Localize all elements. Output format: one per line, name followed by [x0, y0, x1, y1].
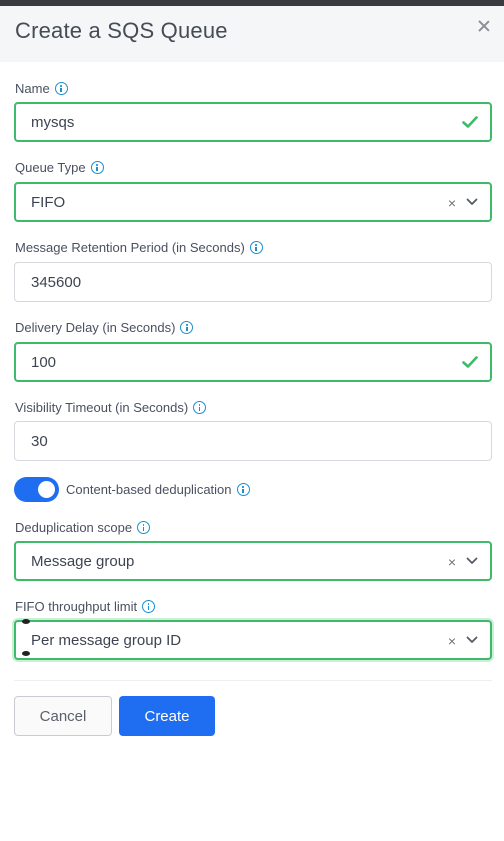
visibility-timeout-label: Visibility Timeout (in Seconds) — [15, 400, 207, 415]
name-value: mysqs — [31, 113, 75, 131]
info-icon[interactable] — [193, 401, 207, 414]
delivery-delay-label: Delivery Delay (in Seconds) — [15, 320, 194, 335]
cancel-button[interactable]: Cancel — [14, 696, 112, 736]
cursor-marker — [22, 651, 30, 656]
delivery-delay-label-text: Delivery Delay (in Seconds) — [15, 320, 176, 335]
queue-type-label-text: Queue Type — [15, 160, 86, 175]
retention-input[interactable]: 345600 — [14, 262, 492, 302]
retention-value: 345600 — [31, 273, 82, 291]
visibility-timeout-input[interactable]: 30 — [14, 421, 492, 461]
throughput-limit-select[interactable]: Per message group ID × — [14, 620, 492, 660]
create-button[interactable]: Create — [119, 696, 215, 736]
info-icon[interactable] — [236, 483, 250, 496]
dedup-scope-label-text: Deduplication scope — [15, 520, 133, 535]
dedup-scope-value: Message group — [31, 552, 135, 570]
dialog-title: Create a SQS Queue — [15, 18, 228, 43]
info-icon[interactable] — [90, 161, 104, 174]
chevron-down-icon[interactable] — [466, 636, 478, 644]
queue-type-label: Queue Type — [15, 160, 104, 175]
name-label-text: Name — [15, 81, 50, 96]
clear-icon[interactable]: × — [448, 554, 456, 570]
footer-divider — [14, 680, 492, 681]
info-icon[interactable] — [137, 521, 151, 534]
content-dedup-label-text: Content-based deduplication — [66, 482, 232, 497]
throughput-limit-label: FIFO throughput limit — [15, 599, 156, 614]
check-icon — [462, 116, 478, 128]
throughput-limit-label-text: FIFO throughput limit — [15, 599, 138, 614]
cursor-marker — [22, 619, 30, 624]
name-label: Name — [15, 81, 68, 96]
info-icon[interactable] — [142, 600, 156, 613]
dialog-header: Create a SQS Queue — [0, 6, 504, 62]
delivery-delay-value: 100 — [31, 353, 57, 371]
clear-icon[interactable]: × — [448, 195, 456, 211]
name-input[interactable]: mysqs — [14, 102, 492, 142]
dedup-scope-select[interactable]: Message group × — [14, 541, 492, 581]
queue-type-select[interactable]: FIFO × — [14, 182, 492, 222]
retention-label-text: Message Retention Period (in Seconds) — [15, 240, 245, 255]
delivery-delay-input[interactable]: 100 — [14, 342, 492, 382]
toggle-knob — [38, 481, 55, 498]
chevron-down-icon[interactable] — [466, 557, 478, 565]
check-icon — [462, 356, 478, 368]
content-dedup-label: Content-based deduplication — [66, 482, 250, 497]
clear-icon[interactable]: × — [448, 633, 456, 649]
dedup-scope-label: Deduplication scope — [15, 520, 151, 535]
info-icon[interactable] — [180, 321, 194, 334]
close-icon[interactable] — [476, 18, 492, 34]
chevron-down-icon[interactable] — [466, 198, 478, 206]
visibility-timeout-value: 30 — [31, 432, 48, 450]
visibility-timeout-label-text: Visibility Timeout (in Seconds) — [15, 400, 189, 415]
throughput-limit-value: Per message group ID — [31, 631, 182, 649]
info-icon[interactable] — [249, 241, 263, 254]
retention-label: Message Retention Period (in Seconds) — [15, 240, 263, 255]
queue-type-value: FIFO — [31, 193, 66, 211]
info-icon[interactable] — [54, 82, 68, 95]
content-dedup-toggle[interactable] — [14, 477, 59, 502]
